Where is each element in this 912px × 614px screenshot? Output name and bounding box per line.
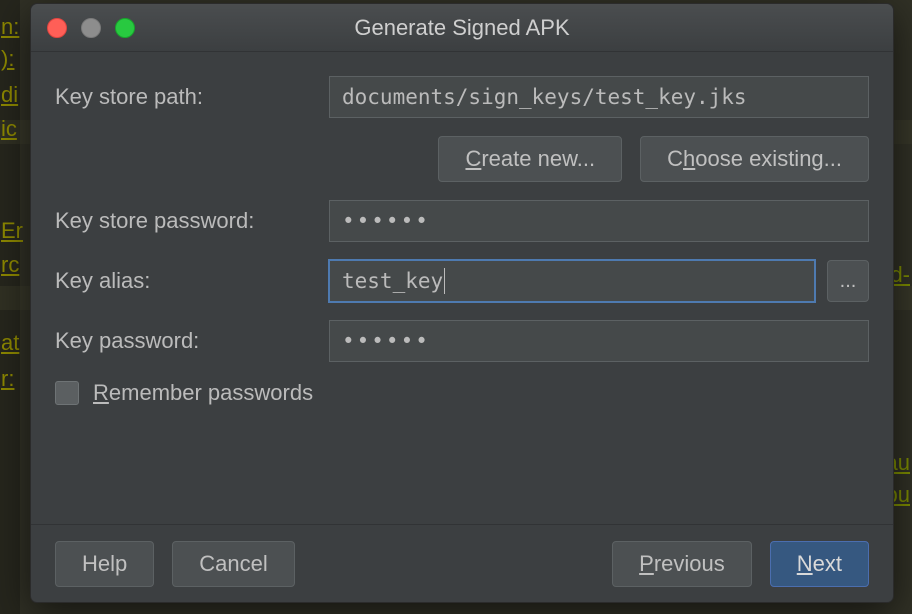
dialog-body: Key store path: Create new... Choose exi…	[31, 52, 893, 524]
next-button[interactable]: Next	[770, 541, 869, 587]
remember-passwords-label: Remember passwords	[93, 380, 313, 406]
keystore-password-label: Key store password:	[55, 208, 315, 234]
dialog-title: Generate Signed APK	[31, 15, 893, 41]
previous-button[interactable]: Previous	[612, 541, 752, 587]
choose-existing-label-rest: oose existing...	[695, 146, 842, 171]
key-password-input[interactable]: ••••••	[329, 320, 869, 362]
dialog-footer: Help Cancel Previous Next	[31, 524, 893, 602]
dialog-titlebar: Generate Signed APK	[31, 4, 893, 52]
key-alias-browse-button[interactable]: ...	[827, 260, 869, 302]
remember-passwords-checkbox[interactable]	[55, 381, 79, 405]
key-alias-value: test_key	[342, 269, 443, 293]
keystore-password-input[interactable]: ••••••	[329, 200, 869, 242]
key-password-label: Key password:	[55, 328, 315, 354]
create-new-button[interactable]: Create new...	[438, 136, 622, 182]
cancel-button[interactable]: Cancel	[172, 541, 294, 587]
generate-signed-apk-dialog: Generate Signed APK Key store path: Crea…	[30, 3, 894, 603]
create-new-label-rest: reate new...	[481, 146, 595, 171]
keystore-path-input[interactable]	[329, 76, 869, 118]
keystore-path-label: Key store path:	[55, 84, 315, 110]
choose-existing-button[interactable]: Choose existing...	[640, 136, 869, 182]
help-button[interactable]: Help	[55, 541, 154, 587]
key-alias-input[interactable]: test_key	[329, 260, 815, 302]
text-cursor	[444, 268, 445, 294]
key-alias-label: Key alias:	[55, 268, 315, 294]
